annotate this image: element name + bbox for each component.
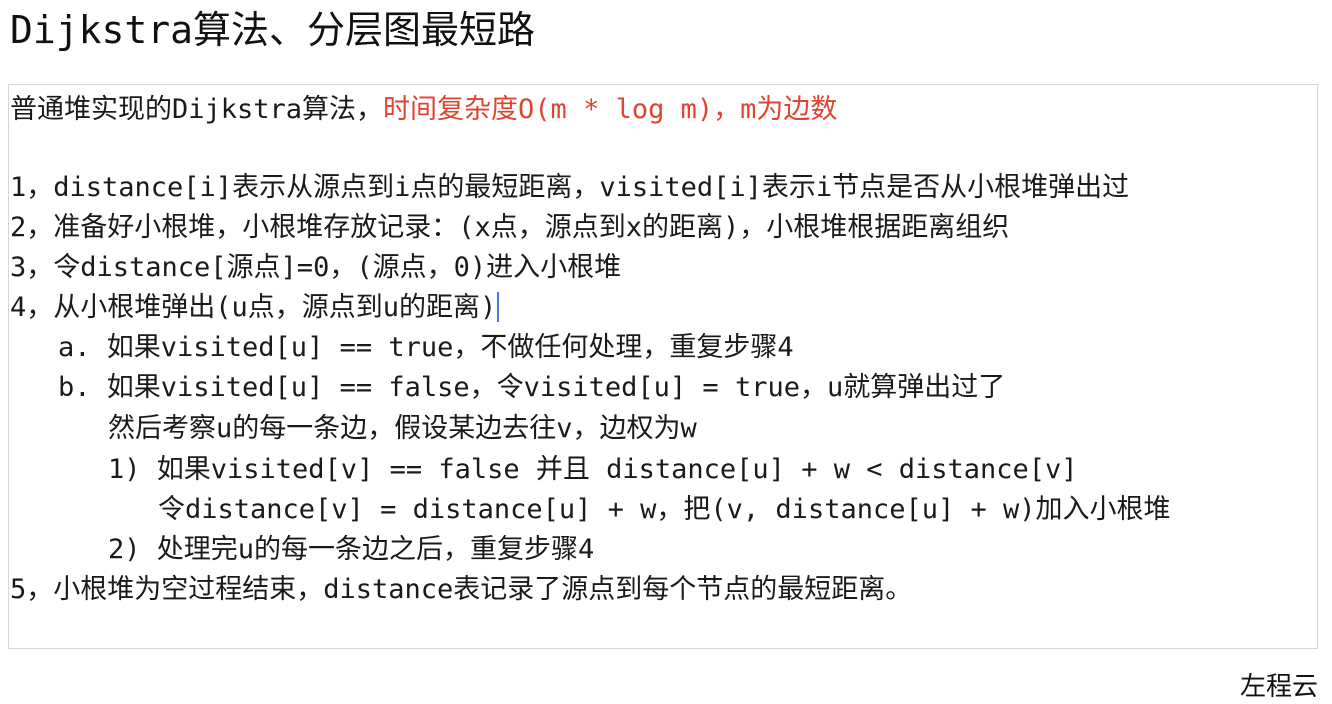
step-4a: a. 如果visited[u] == true，不做任何处理，重复步骤4 [58,332,794,363]
step-4-line: 4，从小根堆弹出(u点，源点到u的距离) [10,290,500,326]
complexity-highlight: 时间复杂度O(m * log m)，m为边数 [383,94,838,125]
step-4b-1: 1) 如果visited[v] == false 并且 distance[u] … [108,454,1078,485]
intro-line: 普通堆实现的Dijkstra算法，时间复杂度O(m * log m)，m为边数 [10,92,837,128]
step-4: 4，从小根堆弹出(u点，源点到u的距离) [10,292,497,323]
step-2: 2，准备好小根堆，小根堆存放记录：(x点，源点到x的距离)，小根堆根据距离组织 [10,212,1010,243]
text-cursor [497,292,500,322]
step-1: 1，distance[i]表示从源点到i点的最短距离，visited[i]表示i… [10,172,1130,203]
step-4b-2: 2) 处理完u的每一条边之后，重复步骤4 [108,534,595,565]
intro-prefix: 普通堆实现的Dijkstra算法， [10,94,384,125]
page-title: Dijkstra算法、分层图最短路 [10,8,536,52]
step-4b-detail: 然后考察u的每一条边，假设某边去往v，边权为w [108,413,697,444]
step-4b-1-action: 令distance[v] = distance[u] + w，把(v, dist… [158,494,1171,525]
step-3: 3，令distance[源点]=0，(源点，0)进入小根堆 [10,252,622,283]
step-4b: b. 如果visited[u] == false，令visited[u] = t… [58,372,1006,403]
step-5: 5，小根堆为空过程结束，distance表记录了源点到每个节点的最短距离。 [10,574,913,605]
author-name: 左程云 [1239,672,1318,702]
